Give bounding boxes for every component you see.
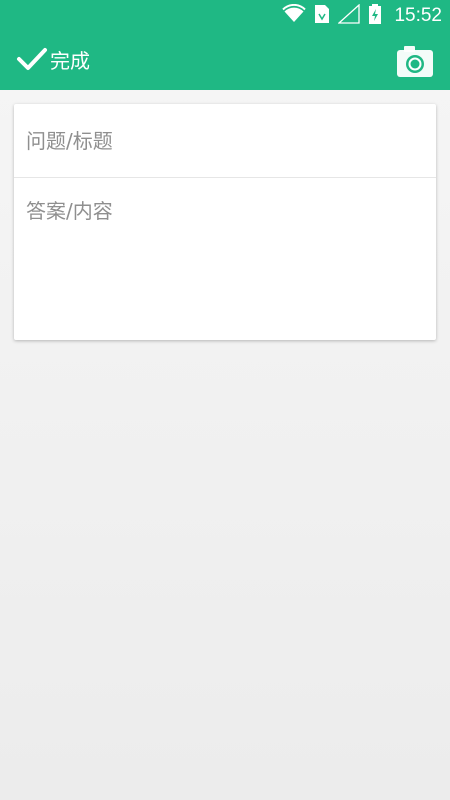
- status-icons: 15:52: [282, 0, 442, 32]
- note-card: [14, 104, 436, 340]
- camera-icon: [396, 46, 434, 83]
- done-button[interactable]: 完成: [16, 42, 90, 80]
- cell-signal-icon: [337, 3, 361, 28]
- sim-card-icon: [314, 4, 330, 28]
- app-bar: 完成: [0, 32, 450, 90]
- checkmark-icon: [16, 47, 48, 75]
- battery-charging-icon: [368, 3, 382, 29]
- done-label: 完成: [50, 49, 90, 73]
- camera-button[interactable]: [396, 43, 434, 79]
- status-bar: 15:52: [0, 0, 450, 32]
- content-textarea[interactable]: [14, 178, 436, 339]
- wifi-icon: [282, 3, 307, 28]
- title-input[interactable]: [14, 104, 436, 178]
- status-time: 15:52: [394, 5, 442, 26]
